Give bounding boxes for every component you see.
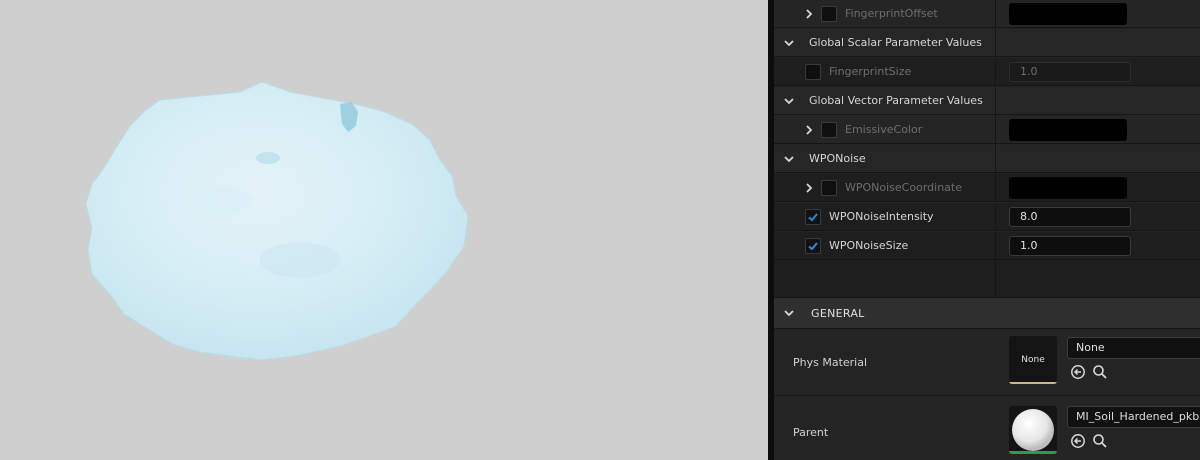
- override-checkbox[interactable]: [821, 5, 837, 22]
- checkmark-icon: [808, 212, 818, 221]
- param-label: FingerprintOffset: [845, 7, 938, 20]
- param-row-wpo-noise-coordinate: WPONoiseCoordinate: [774, 174, 1200, 202]
- color-swatch[interactable]: [1009, 3, 1127, 25]
- chevron-right-icon[interactable]: [804, 124, 814, 135]
- asset-picker-combo[interactable]: None: [1067, 337, 1200, 359]
- chevron-down-icon[interactable]: [784, 96, 794, 106]
- chevron-right-icon[interactable]: [804, 182, 814, 193]
- category-general[interactable]: GENERAL: [774, 298, 1200, 329]
- category-title: Global Scalar Parameter Values: [809, 36, 982, 49]
- category-title: Global Vector Parameter Values: [809, 94, 983, 107]
- asset-picker-combo[interactable]: MI_Soil_Hardened_pkbxL0: [1067, 406, 1200, 428]
- scalar-value-field[interactable]: 1.0: [1009, 236, 1131, 256]
- browse-icon[interactable]: [1092, 364, 1108, 380]
- scalar-value-field[interactable]: 8.0: [1009, 207, 1131, 227]
- property-row-phys-material: Phys Material None None: [774, 330, 1200, 396]
- param-label: EmissiveColor: [845, 123, 923, 136]
- param-label: WPONoiseIntensity: [829, 210, 934, 223]
- property-label: Phys Material: [793, 356, 868, 369]
- asset-thumbnail[interactable]: None: [1009, 336, 1057, 384]
- param-label: WPONoiseCoordinate: [845, 181, 962, 194]
- category-global-scalar[interactable]: Global Scalar Parameter Values: [774, 29, 1200, 57]
- param-row-wpo-noise-size: WPONoiseSize 1.0: [774, 232, 1200, 260]
- ice-highlight: [190, 186, 250, 214]
- chevron-down-icon[interactable]: [784, 154, 794, 164]
- param-label: FingerprintSize: [829, 65, 912, 78]
- category-global-vector[interactable]: Global Vector Parameter Values: [774, 87, 1200, 115]
- chevron-down-icon[interactable]: [784, 38, 794, 48]
- color-swatch[interactable]: [1009, 119, 1127, 141]
- override-checkbox[interactable]: [805, 63, 821, 80]
- empty-row: [774, 260, 1200, 298]
- override-checkbox[interactable]: [805, 208, 821, 225]
- category-title: GENERAL: [811, 306, 865, 320]
- scalar-value-field[interactable]: 1.0: [1009, 62, 1131, 82]
- category-title: WPONoise: [809, 152, 866, 165]
- asset-thumbnail[interactable]: [1009, 406, 1057, 454]
- details-panel: FingerprintOffset Global Scalar Paramete…: [774, 0, 1200, 460]
- ice-blob-mesh: [85, 81, 469, 361]
- color-swatch[interactable]: [1009, 177, 1127, 199]
- property-label: Parent: [793, 426, 829, 439]
- param-row-wpo-noise-intensity: WPONoiseIntensity 8.0: [774, 203, 1200, 231]
- asset-type-strip: [1009, 382, 1057, 384]
- chevron-down-icon[interactable]: [784, 308, 794, 318]
- override-checkbox[interactable]: [821, 121, 837, 138]
- category-wpo-noise[interactable]: WPONoise: [774, 145, 1200, 173]
- param-row-emissive-color: EmissiveColor: [774, 116, 1200, 144]
- override-checkbox[interactable]: [821, 179, 837, 196]
- editor-window: FingerprintOffset Global Scalar Paramete…: [0, 0, 1200, 460]
- browse-icon[interactable]: [1092, 433, 1108, 449]
- checkmark-icon: [808, 241, 818, 250]
- use-selected-icon[interactable]: [1070, 364, 1086, 380]
- thumbnail-label: None: [1021, 355, 1045, 365]
- param-row-fingerprint-offset: FingerprintOffset: [774, 0, 1200, 28]
- param-label: WPONoiseSize: [829, 239, 909, 252]
- use-selected-icon[interactable]: [1070, 433, 1086, 449]
- chevron-right-icon[interactable]: [804, 8, 814, 19]
- ice-shade: [260, 242, 340, 278]
- ice-dent: [256, 152, 280, 164]
- material-preview-viewport[interactable]: [0, 0, 768, 460]
- override-checkbox[interactable]: [805, 237, 821, 254]
- asset-type-strip: [1009, 451, 1057, 454]
- preview-mesh-image: [85, 81, 469, 361]
- sphere-preview-icon: [1012, 409, 1054, 451]
- property-row-parent: Parent MI_Soil_Hardened_pkbxL0: [774, 397, 1200, 460]
- param-row-fingerprint-size: FingerprintSize 1.0: [774, 58, 1200, 86]
